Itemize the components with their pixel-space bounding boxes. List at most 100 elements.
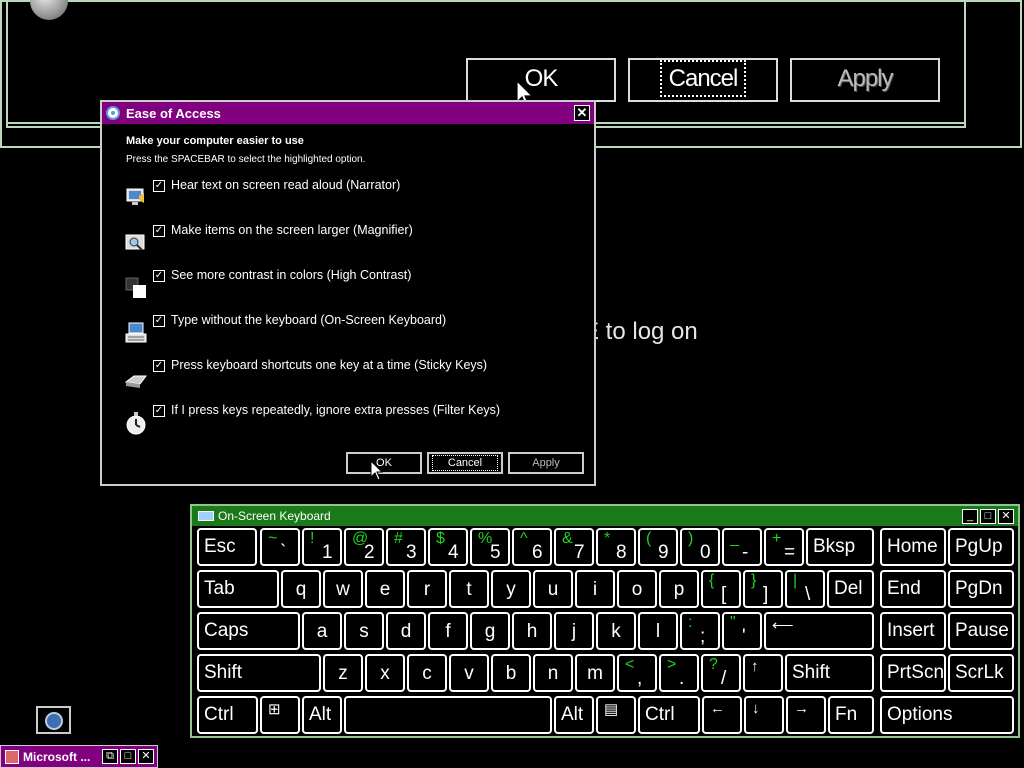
key-b[interactable]: b [491,654,531,692]
key-y[interactable]: y [491,570,531,608]
key-8[interactable]: * 8 [596,528,636,566]
dialog-ok-button[interactable]: OK [346,452,422,474]
key-t[interactable]: t [449,570,489,608]
option-sticky-keys[interactable]: ✓ Press keyboard shortcuts one key at a … [124,358,574,396]
minimize-button[interactable]: _ [962,509,978,524]
key-up[interactable]: ↑ [743,654,783,692]
maximize-button[interactable]: □ [980,509,996,524]
key-equals[interactable]: + = [764,528,804,566]
key-minus[interactable]: _ - [722,528,762,566]
key-del[interactable]: Del [827,570,874,608]
key-caps[interactable]: Caps [197,612,300,650]
key-enter[interactable]: ⟵ [764,612,874,650]
key-c[interactable]: c [407,654,447,692]
key-pgdn[interactable]: PgDn [948,570,1014,608]
dialog-cancel-button[interactable]: Cancel [427,452,503,474]
cancel-button[interactable]: Cancel [628,58,778,102]
key-u[interactable]: u [533,570,573,608]
key-shift-left[interactable]: Shift [197,654,321,692]
key-l[interactable]: l [638,612,678,650]
key-d[interactable]: d [386,612,426,650]
restore-button[interactable]: ⧉ [102,749,118,764]
key-h[interactable]: h [512,612,552,650]
key-tab[interactable]: Tab [197,570,279,608]
ok-button[interactable]: OK [466,58,616,102]
ease-of-access-button[interactable] [36,706,71,734]
key-e[interactable]: e [365,570,405,608]
option-filter-keys[interactable]: ✓ If I press keys repeatedly, ignore ext… [124,403,574,441]
key-semicolon[interactable]: :; [680,612,720,650]
key-k[interactable]: k [596,612,636,650]
key-z[interactable]: z [323,654,363,692]
key-f[interactable]: f [428,612,468,650]
key-r[interactable]: r [407,570,447,608]
key-2[interactable]: @2 [344,528,384,566]
close-button[interactable]: ✕ [574,105,590,121]
key-insert[interactable]: Insert [880,612,946,650]
key-down[interactable]: ↓ [744,696,784,734]
filter-keys-checkbox[interactable]: ✓ [153,405,165,417]
key-end[interactable]: End [880,570,946,608]
key-4[interactable]: $4 [428,528,468,566]
key-right-bracket[interactable]: }] [743,570,783,608]
taskbar-item[interactable]: Microsoft ... ⧉ □ ✕ [0,745,158,768]
key-pause[interactable]: Pause [948,612,1014,650]
key-right[interactable]: → [786,696,826,734]
key-alt-left[interactable]: Alt [302,696,342,734]
close-button[interactable]: ✕ [998,509,1014,524]
option-narrator[interactable]: ✓ Hear text on screen read aloud (Narrat… [124,178,574,216]
key-period[interactable]: >. [659,654,699,692]
key-backtick[interactable]: ~ ` [260,528,300,566]
key-ctrl-right[interactable]: Ctrl [638,696,700,734]
apply-button[interactable]: Apply [790,58,940,102]
sticky-keys-checkbox[interactable]: ✓ [153,360,165,372]
option-on-screen-keyboard[interactable]: ✓ Type without the keyboard (On-Screen K… [124,313,574,351]
key-x[interactable]: x [365,654,405,692]
key-prtscn[interactable]: PrtScn [880,654,946,692]
key-comma[interactable]: <, [617,654,657,692]
key-g[interactable]: g [470,612,510,650]
key-s[interactable]: s [344,612,384,650]
high-contrast-checkbox[interactable]: ✓ [153,270,165,282]
key-fn[interactable]: Fn [828,696,874,734]
key-left[interactable]: ← [702,696,742,734]
option-high-contrast[interactable]: ✓ See more contrast in colors (High Cont… [124,268,574,306]
key-ctrl-left[interactable]: Ctrl [197,696,258,734]
dialog-apply-button[interactable]: Apply [508,452,584,474]
maximize-button[interactable]: □ [120,749,136,764]
key-backspace[interactable]: Bksp [806,528,874,566]
key-backslash[interactable]: | \ [785,570,825,608]
key-0[interactable]: ) 0 [680,528,720,566]
key-7[interactable]: & 7 [554,528,594,566]
key-3[interactable]: #3 [386,528,426,566]
key-options[interactable]: Options [880,696,1014,734]
key-space[interactable] [344,696,552,734]
key-esc[interactable]: Esc [197,528,257,566]
key-q[interactable]: q [281,570,321,608]
close-button[interactable]: ✕ [138,749,154,764]
option-magnifier[interactable]: ✓ Make items on the screen larger (Magni… [124,223,574,261]
key-w[interactable]: w [323,570,363,608]
key-shift-right[interactable]: Shift [785,654,874,692]
magnifier-checkbox[interactable]: ✓ [153,225,165,237]
key-a[interactable]: a [302,612,342,650]
key-p[interactable]: p [659,570,699,608]
key-windows[interactable]: ⊞ [260,696,300,734]
key-j[interactable]: j [554,612,594,650]
key-o[interactable]: o [617,570,657,608]
key-scrlk[interactable]: ScrLk [948,654,1014,692]
key-left-bracket[interactable]: {[ [701,570,741,608]
key-quote[interactable]: " ' [722,612,762,650]
key-9[interactable]: (9 [638,528,678,566]
narrator-checkbox[interactable]: ✓ [153,180,165,192]
key-m[interactable]: m [575,654,615,692]
key-alt-right[interactable]: Alt [554,696,594,734]
key-pgup[interactable]: PgUp [948,528,1014,566]
key-home[interactable]: Home [880,528,946,566]
key-n[interactable]: n [533,654,573,692]
on-screen-keyboard-checkbox[interactable]: ✓ [153,315,165,327]
key-6[interactable]: ^ 6 [512,528,552,566]
key-1[interactable]: ! 1 [302,528,342,566]
key-slash[interactable]: ? / [701,654,741,692]
key-menu[interactable]: ▤ [596,696,636,734]
